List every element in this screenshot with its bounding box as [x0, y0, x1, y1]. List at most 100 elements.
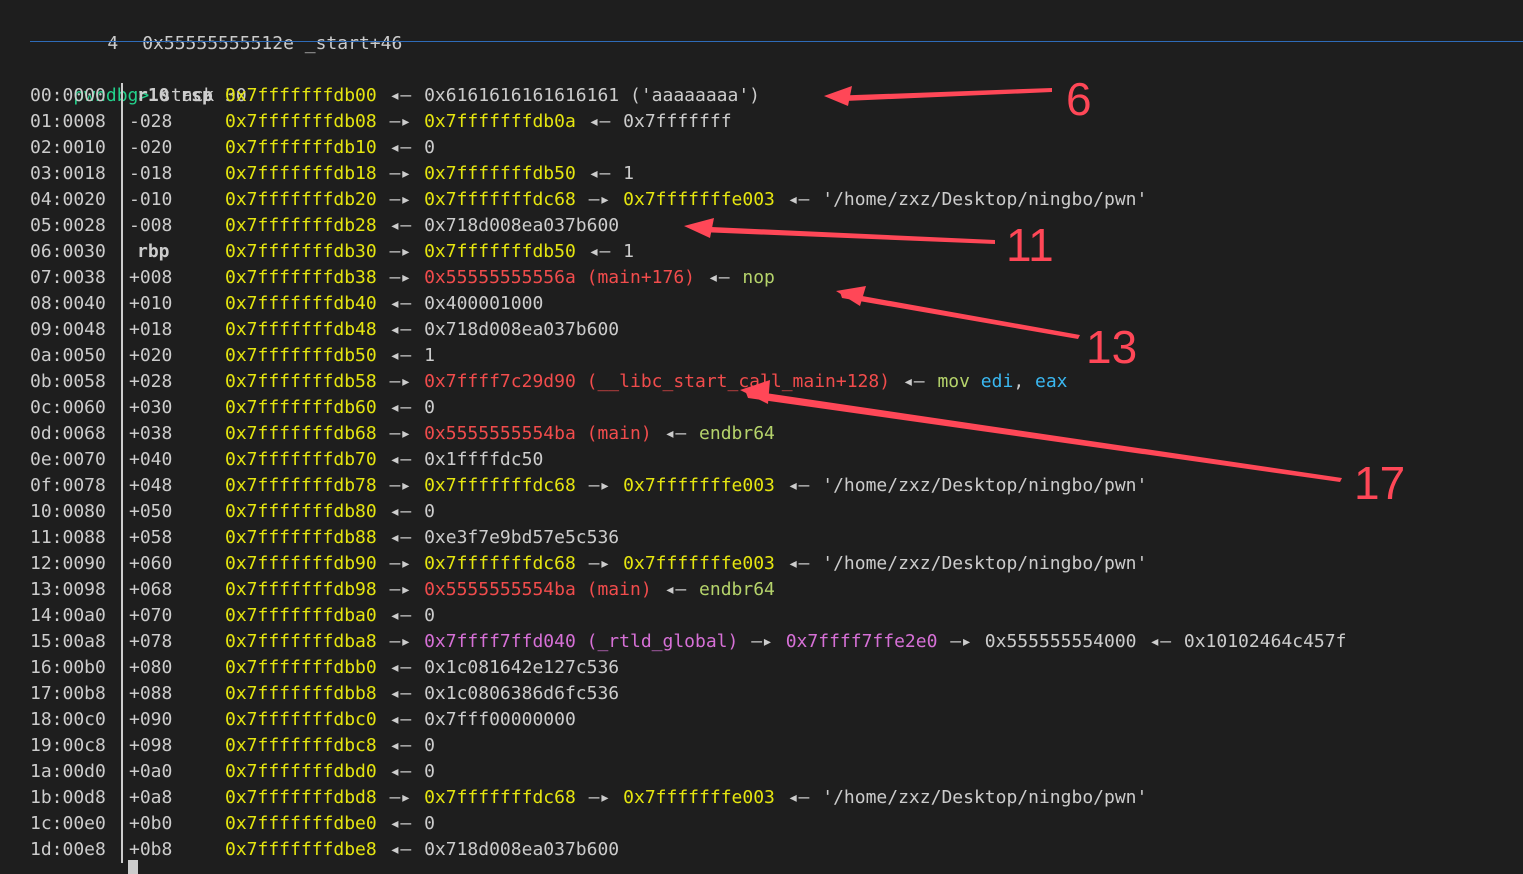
- stack-row: 06:0030 rbp 0x7fffffffdb30 —▸ 0x7fffffffdb…: [30, 239, 634, 265]
- text-cursor[interactable]: [128, 860, 138, 874]
- stack-arrow: ◂—: [653, 579, 698, 600]
- stack-val: 0x1ffffdc50: [424, 449, 544, 470]
- stack-index: 0f:0078: [30, 475, 106, 496]
- terminal-window[interactable]: 4 0x55555555512e _start+46 pwndbg> stack …: [0, 0, 1523, 874]
- stack-reg: edi: [980, 371, 1014, 392]
- stack-addr: 0x7fffffffdb18: [225, 163, 377, 184]
- stack-addr: 0x7fffffffdb88: [225, 527, 377, 548]
- column-divider: [121, 759, 123, 785]
- column-divider: [121, 681, 123, 707]
- stack-val: 0: [424, 397, 435, 418]
- column-divider: [121, 317, 123, 343]
- column-divider: [121, 707, 123, 733]
- stack-row: 08:0040 +010 0x7fffffffdb40 ◂— 0x400001000: [30, 291, 543, 317]
- stack-offset: -020: [129, 137, 173, 158]
- column-divider: [121, 239, 123, 265]
- stack-arrow: ◂—: [378, 735, 423, 756]
- annotation-label-11: 11: [1006, 219, 1054, 271]
- stack-row: 0e:0070 +040 0x7fffffffdb70 ◂— 0x1ffffdc50: [30, 447, 543, 473]
- stack-offset: +030: [129, 397, 173, 418]
- stack-arrow: ◂—: [378, 137, 423, 158]
- column-divider: [121, 811, 123, 837]
- stack-val: 1: [623, 241, 634, 262]
- stack-offset: +038: [129, 423, 173, 444]
- stack-arrow: —▸: [378, 787, 423, 808]
- column-divider: [121, 83, 123, 109]
- stack-row: 14:00a0 +070 0x7fffffffdba0 ◂— 0: [30, 603, 435, 629]
- stack-instr: mov: [937, 371, 981, 392]
- column-divider: [121, 213, 123, 239]
- stack-arrow: ◂—: [378, 449, 423, 470]
- column-divider: [121, 473, 123, 499]
- stack-val: 0x400001000: [424, 293, 544, 314]
- stack-addr: 0x7fffffffdb38: [225, 267, 377, 288]
- column-divider: [121, 837, 123, 863]
- stack-arrow: ◂—: [378, 501, 423, 522]
- section-separator: [30, 41, 1523, 42]
- stack-reg: eax: [1035, 371, 1068, 392]
- stack-offset: rbp: [137, 241, 170, 262]
- stack-row: 09:0048 +018 0x7fffffffdb48 ◂— 0x718d008ea…: [30, 317, 619, 343]
- stack-addr: 0x7fffffffdbe8: [225, 839, 377, 860]
- column-divider: [121, 499, 123, 525]
- stack-arrow: ◂—: [378, 397, 423, 418]
- stack-offset: +028: [129, 371, 173, 392]
- stack-addr: 0x7fffffffdb20: [225, 189, 377, 210]
- stack-addr: 0x7fffffffdc68: [424, 189, 576, 210]
- stack-offset: +090: [129, 709, 173, 730]
- stack-index: 0e:0070: [30, 449, 106, 470]
- stack-offset: +058: [129, 527, 173, 548]
- stack-offset: +068: [129, 579, 173, 600]
- stack-val: 0x6161616161616161 ('aaaaaaaa'): [424, 85, 761, 106]
- column-divider: [121, 265, 123, 291]
- stack-arrow: ◂—: [892, 371, 936, 392]
- stack-addr: 0x7fffffffe003: [623, 475, 775, 496]
- column-divider: [121, 785, 123, 811]
- stack-arrow: ◂—: [653, 423, 698, 444]
- stack-arrow: —▸: [378, 111, 423, 132]
- stack-addr: 0x7fffffffdb60: [225, 397, 377, 418]
- stack-row: 0c:0060 +030 0x7fffffffdb60 ◂— 0: [30, 395, 435, 421]
- stack-arrow: —▸: [740, 631, 784, 652]
- stack-val: 1: [623, 163, 634, 184]
- stack-offset: -008: [129, 215, 173, 236]
- stack-row: 1c:00e0 +0b0 0x7fffffffdbe0 ◂— 0: [30, 811, 435, 837]
- stack-val: 0x718d008ea037b600: [424, 215, 620, 236]
- stack-data: 0x7ffff7ffd040 (_rtld_global): [424, 631, 739, 652]
- stack-addr: 0x7fffffffe003: [623, 553, 775, 574]
- stack-index: 14:00a0: [30, 605, 106, 626]
- stack-addr: 0x7fffffffdbc0: [225, 709, 377, 730]
- stack-arrow: ◂—: [378, 839, 423, 860]
- stack-arrow: ◂—: [697, 267, 741, 288]
- stack-row: 11:0088 +058 0x7fffffffdb88 ◂— 0xe3f7e9bd5…: [30, 525, 619, 551]
- stack-row: 0a:0050 +020 0x7fffffffdb50 ◂— 1: [30, 343, 435, 369]
- stack-row: 04:0020 -010 0x7fffffffdb20 —▸ 0x7fffffffd…: [30, 187, 1147, 213]
- stack-arrow: ◂—: [378, 657, 423, 678]
- stack-index: 05:0028: [30, 215, 106, 236]
- stack-index: 0b:0058: [30, 371, 106, 392]
- column-divider: [121, 135, 123, 161]
- stack-addr: 0x7fffffffdb50: [424, 241, 576, 262]
- stack-offset: +0b0: [129, 813, 173, 834]
- stack-addr: 0x7fffffffdb78: [225, 475, 377, 496]
- stack-arrow: —▸: [378, 553, 423, 574]
- stack-arrow: —▸: [577, 475, 622, 496]
- stack-index: 0c:0060: [30, 397, 106, 418]
- stack-val: 0x718d008ea037b600: [424, 839, 620, 860]
- column-divider: [121, 551, 123, 577]
- stack-addr: 0x7fffffffdb58: [225, 371, 377, 392]
- stack-val: 0x718d008ea037b600: [424, 319, 620, 340]
- stack-addr: 0x7fffffffdbb8: [225, 683, 377, 704]
- stack-row: 0b:0058 +028 0x7fffffffdb58 —▸ 0x7ffff7c29…: [30, 369, 1068, 395]
- stack-val: 0x10102464c457f: [1183, 631, 1347, 652]
- stack-addr: 0x7fffffffdb80: [225, 501, 377, 522]
- stack-row: 1a:00d0 +0a0 0x7fffffffdbd0 ◂— 0: [30, 759, 435, 785]
- stack-row: 19:00c8 +098 0x7fffffffdbc8 ◂— 0: [30, 733, 435, 759]
- stack-arrow: —▸: [378, 189, 423, 210]
- stack-index: 10:0080: [30, 501, 106, 522]
- stack-offset: -010: [129, 189, 173, 210]
- stack-offset: +0a8: [129, 787, 173, 808]
- stack-arrow: ◂—: [776, 553, 821, 574]
- stack-val: 0: [424, 735, 435, 756]
- stack-val: 0: [424, 761, 435, 782]
